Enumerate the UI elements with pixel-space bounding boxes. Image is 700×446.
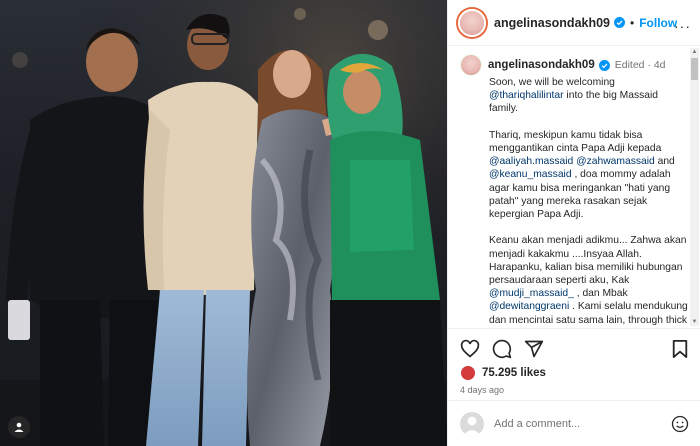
post-caption: angelinasondakh09 Edited · 4d Soon, we w… (460, 54, 689, 328)
post-actions: 75.295 likes 4 days ago (448, 328, 700, 400)
header-separator: • (630, 15, 635, 30)
mention-link[interactable]: @mudji_massaid_ (489, 288, 574, 299)
bookmark-icon[interactable] (671, 339, 689, 359)
post-header: angelinasondakh09 • Follow ··· (448, 0, 700, 46)
user-tag-icon (14, 422, 24, 432)
liker-avatar[interactable] (460, 365, 476, 381)
caption-text-segment: and (654, 156, 678, 168)
more-options-icon[interactable]: ··· (674, 18, 691, 34)
caption-text-segment: , dan Mbak (573, 288, 631, 300)
emoji-icon[interactable] (671, 415, 689, 433)
caption-text-segment: Soon, we will be welcoming (489, 77, 618, 88)
default-avatar-icon (463, 416, 481, 436)
caption-text-segment: Thariq, meskipun kamu tidak bisa menggan… (489, 129, 665, 155)
edited-timestamp: Edited · 4d (614, 59, 666, 71)
scroll-down-arrow-icon[interactable]: ▼ (691, 318, 698, 326)
action-icons-row (460, 339, 544, 359)
verified-badge-icon (614, 17, 626, 28)
caption-scrollbar[interactable]: ▲ ▼ (690, 48, 699, 326)
verified-badge-icon (598, 59, 610, 71)
caption-username[interactable]: angelinasondakh09 (488, 59, 595, 71)
comment-icon[interactable] (492, 339, 512, 359)
mention-link[interactable]: @zahwamassaid (576, 156, 655, 167)
share-icon[interactable] (524, 339, 544, 359)
tagged-users-button[interactable] (8, 416, 30, 438)
caption-header: angelinasondakh09 Edited · 4d (460, 54, 686, 76)
likes-row: 75.295 likes (460, 365, 546, 381)
photo-illustration (0, 0, 447, 446)
follow-button[interactable]: Follow (639, 16, 677, 30)
mention-link[interactable]: @aaliyah.massaid (489, 156, 573, 167)
mention-link[interactable]: @keanu_massaid (489, 169, 572, 180)
scrollbar-thumb[interactable] (691, 58, 698, 80)
instagram-post-view: angelinasondakh09 • Follow ··· angelinas… (0, 0, 700, 446)
likes-count[interactable]: 75.295 likes (482, 367, 546, 379)
mention-link[interactable]: @thariqhalilintar (489, 90, 564, 101)
caption-scroll-area[interactable]: angelinasondakh09 Edited · 4d Soon, we w… (448, 46, 700, 328)
mention-link[interactable]: @dewitanggraeni (489, 301, 569, 312)
comment-input[interactable] (494, 417, 654, 430)
current-user-avatar (460, 411, 484, 436)
post-timestamp[interactable]: 4 days ago (460, 385, 504, 395)
post-photo[interactable] (0, 0, 447, 446)
profile-avatar[interactable] (458, 8, 486, 37)
post-side-panel: angelinasondakh09 • Follow ··· angelinas… (447, 0, 700, 446)
caption-text-segment: Keanu akan menjadi adikmu... Zahwa akan … (489, 235, 690, 287)
header-username[interactable]: angelinasondakh09 (494, 16, 610, 30)
heart-icon[interactable] (460, 339, 480, 359)
caption-avatar[interactable] (460, 54, 482, 76)
comment-box (448, 400, 700, 446)
scroll-up-arrow-icon[interactable]: ▲ (691, 48, 698, 56)
caption-text: Soon, we will be welcoming @thariqhalili… (489, 76, 689, 328)
